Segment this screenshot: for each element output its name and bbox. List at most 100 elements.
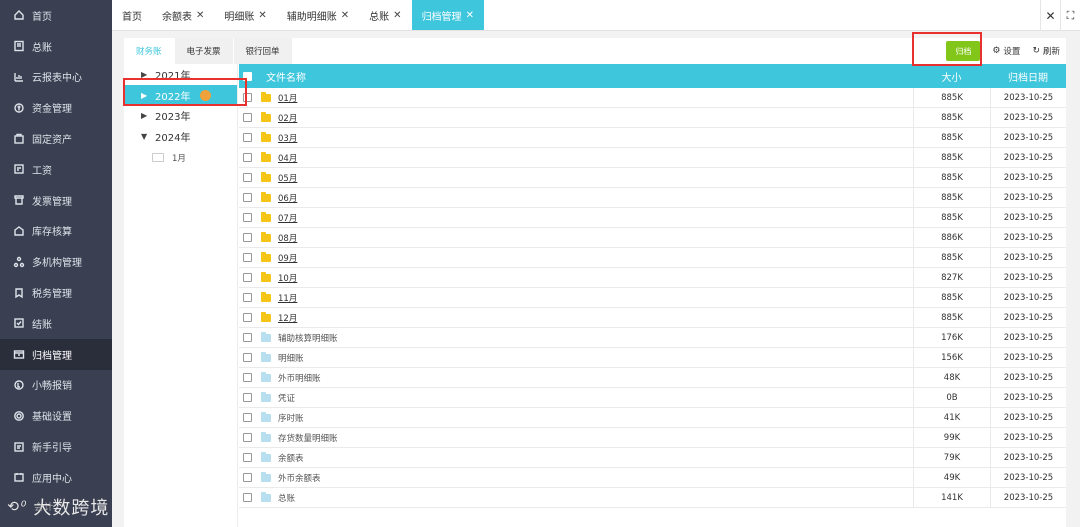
sidebar-item-9[interactable]: 税务管理 (0, 277, 112, 308)
sidebar-item-4[interactable]: 固定资产 (0, 123, 112, 154)
caret-right-icon[interactable]: ▶ (141, 91, 151, 100)
file-name[interactable]: 04月 (278, 152, 297, 164)
sidebar-item-11[interactable]: 归档管理 (0, 338, 112, 370)
row-checkbox[interactable] (242, 113, 252, 122)
file-name[interactable]: 12月 (278, 312, 297, 324)
row-checkbox[interactable] (242, 393, 252, 402)
tab-label: 归档管理 (421, 11, 462, 23)
tab-close-icon[interactable]: ✕ (196, 10, 204, 21)
name-cell: 01月 (255, 91, 913, 104)
close-all-tabs-button[interactable]: ✕ (1040, 0, 1060, 31)
row-checkbox[interactable] (242, 353, 252, 362)
tab-close-icon[interactable]: ✕ (393, 10, 401, 21)
table-row: 06月 885K 2023-10-25 (239, 188, 1066, 208)
tab-1[interactable]: 余额表 ✕ (152, 0, 214, 30)
row-checkbox[interactable] (242, 193, 252, 202)
sidebar-item-3[interactable]: 资金管理 (0, 92, 112, 123)
caret-right-icon[interactable]: ▶ (141, 111, 151, 120)
sidebar-item-12[interactable]: 小畅报销 (0, 370, 112, 401)
file-icon (261, 391, 271, 402)
fullscreen-icon[interactable]: ⛶ (1060, 0, 1080, 31)
file-name[interactable]: 05月 (278, 172, 297, 184)
tree-node-year[interactable]: ▶ 2022年 (124, 84, 237, 106)
row-checkbox[interactable] (242, 173, 252, 182)
row-checkbox[interactable] (242, 433, 252, 442)
row-checkbox[interactable] (242, 213, 252, 222)
sidebar-item-13[interactable]: 基础设置 (0, 400, 112, 431)
tab-close-icon[interactable]: ✕ (258, 10, 266, 21)
row-check-cell (239, 373, 255, 382)
file-name[interactable]: 01月 (278, 92, 297, 104)
file-name[interactable]: 11月 (278, 292, 297, 304)
file-name[interactable]: 10月 (278, 272, 297, 284)
tree-node-year[interactable]: ▼ 2024年 (124, 126, 237, 147)
file-name[interactable]: 02月 (278, 112, 297, 124)
caret-right-icon[interactable]: ▶ (141, 70, 151, 79)
sidebar-item-2[interactable]: 云报表中心 (0, 62, 112, 93)
tree-node-year[interactable]: ▶ 2021年 (124, 64, 237, 85)
subtab-1[interactable]: 电子发票 (174, 38, 234, 64)
row-checkbox[interactable] (242, 233, 252, 242)
subtab-2[interactable]: 银行回单 (233, 38, 293, 64)
file-name: 外币余额表 (278, 473, 321, 484)
row-check-cell (239, 93, 255, 102)
file-name[interactable]: 08月 (278, 232, 297, 244)
sidebar-item-label: 首页 (32, 11, 52, 23)
tab-0[interactable]: 首页 (112, 0, 152, 30)
sidebar-item-0[interactable]: 首页 (0, 0, 112, 31)
table-row: 存货数量明细账 99K 2023-10-25 (239, 428, 1066, 448)
sidebar-item-5[interactable]: 工资 (0, 154, 112, 185)
row-checkbox[interactable] (242, 153, 252, 162)
tab-4[interactable]: 总账 ✕ (359, 0, 411, 30)
name-cell: 03月 (255, 131, 913, 144)
file-name[interactable]: 03月 (278, 132, 297, 144)
caret-down-icon[interactable]: ▼ (141, 132, 151, 141)
folder-outline-icon (152, 153, 164, 163)
folder-icon (261, 211, 271, 222)
sidebar-item-7[interactable]: 库存核算 (0, 216, 112, 247)
archive-button[interactable]: 归档 (946, 41, 981, 61)
row-checkbox[interactable] (242, 93, 252, 102)
sidebar-item-15[interactable]: 应用中心 (0, 462, 112, 493)
sidebar-item-label: 库存核算 (32, 227, 72, 239)
row-checkbox[interactable] (242, 333, 252, 342)
tab-close-icon[interactable]: ✕ (466, 10, 474, 21)
row-check-cell (239, 273, 255, 282)
tab-close-icon[interactable]: ✕ (341, 10, 349, 21)
row-checkbox[interactable] (242, 453, 252, 462)
sidebar-item-1[interactable]: 总账 (0, 31, 112, 62)
table-header: 文件名称 大小 归档日期 (239, 64, 1066, 88)
date-cell: 2023-10-25 (990, 308, 1066, 327)
row-checkbox[interactable] (242, 373, 252, 382)
file-name[interactable]: 09月 (278, 252, 297, 264)
sidebar-item-10[interactable]: 结账 (0, 308, 112, 339)
tab-5[interactable]: 归档管理 ✕ (411, 0, 484, 30)
row-checkbox[interactable] (242, 293, 252, 302)
name-cell: 02月 (255, 111, 913, 124)
row-check-cell (239, 293, 255, 302)
folder-icon (261, 231, 271, 242)
tree-node-year[interactable]: ▶ 2023年 (124, 105, 237, 126)
row-checkbox[interactable] (242, 493, 252, 502)
date-cell: 2023-10-25 (990, 468, 1066, 487)
sidebar-item-14[interactable]: 新手引导 (0, 431, 112, 462)
tree-node-month[interactable]: 1月 (124, 147, 237, 169)
tab-2[interactable]: 明细账 ✕ (214, 0, 276, 30)
select-all-checkbox[interactable] (242, 71, 252, 81)
subtab-0[interactable]: 财务账 (124, 38, 175, 64)
file-name: 凭证 (278, 393, 296, 404)
settings-button[interactable]: ⚙ 设置 (992, 45, 1020, 57)
sidebar-item-6[interactable]: 发票管理 (0, 185, 112, 216)
row-checkbox[interactable] (242, 253, 252, 262)
year-tree: ▶ 2021年 ▶ 2022年 ▶ 2023年 ▼ 2024年 1月 (124, 64, 238, 527)
row-checkbox[interactable] (242, 473, 252, 482)
row-checkbox[interactable] (242, 273, 252, 282)
row-checkbox[interactable] (242, 313, 252, 322)
tab-3[interactable]: 辅助明细账 ✕ (277, 0, 359, 30)
row-checkbox[interactable] (242, 133, 252, 142)
sidebar-item-8[interactable]: 多机构管理 (0, 246, 112, 277)
file-name[interactable]: 06月 (278, 192, 297, 204)
row-checkbox[interactable] (242, 413, 252, 422)
file-name[interactable]: 07月 (278, 212, 297, 224)
refresh-button[interactable]: ↻ 刷新 (1032, 45, 1060, 57)
